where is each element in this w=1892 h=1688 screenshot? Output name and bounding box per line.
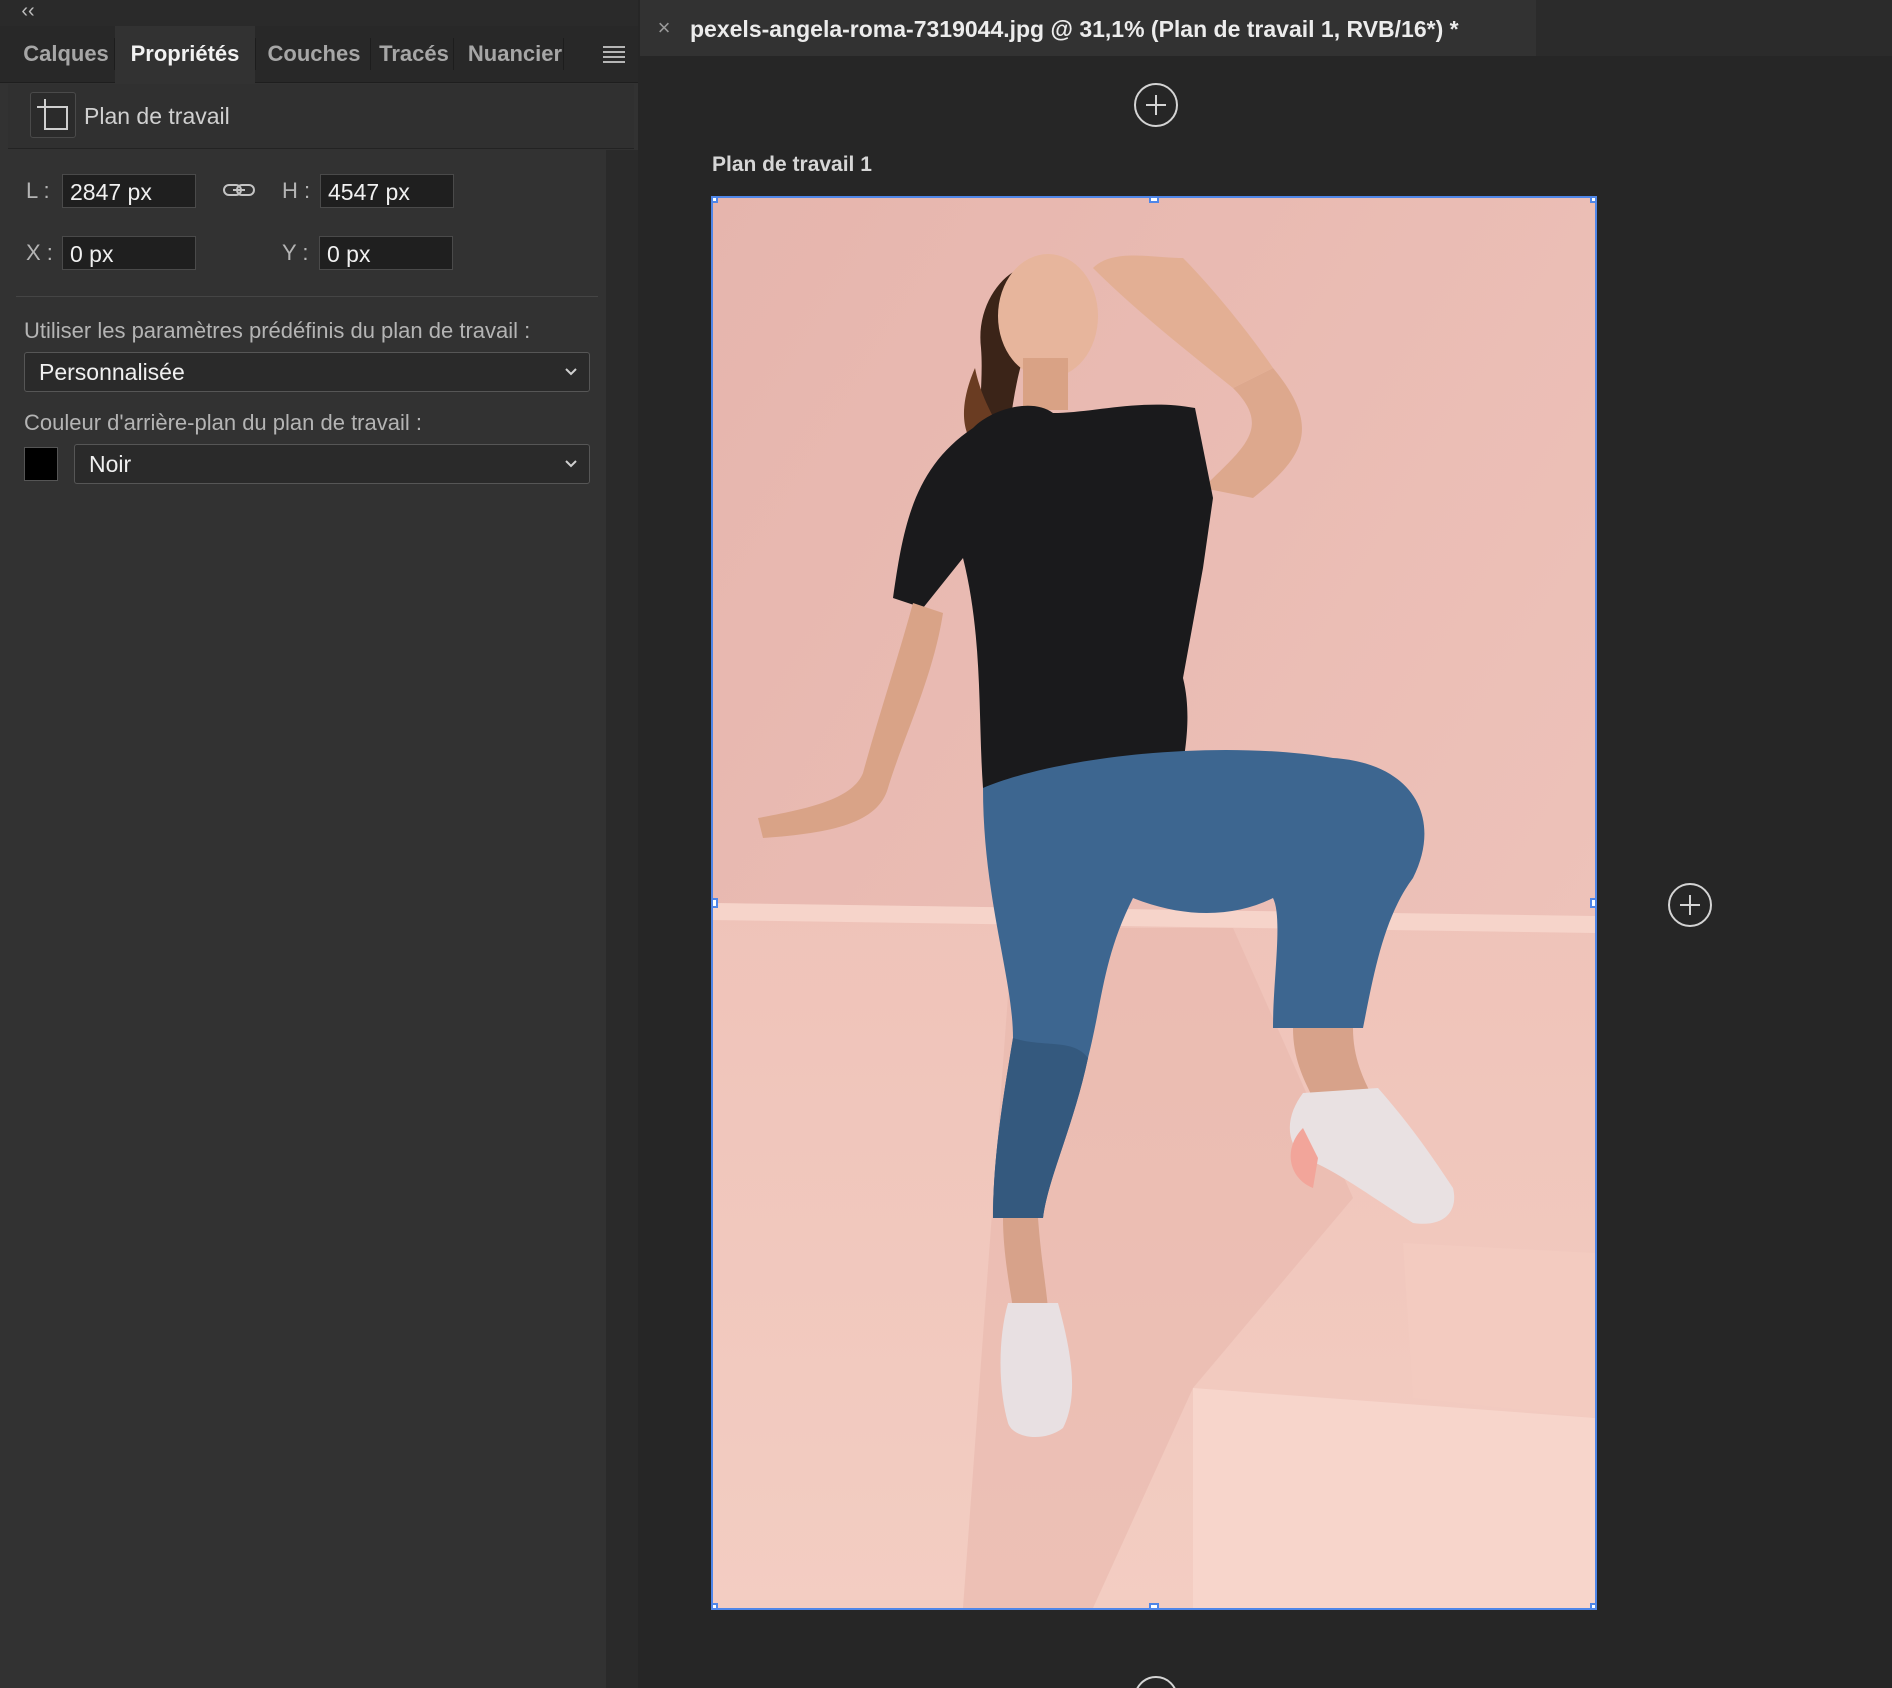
document-title: pexels-angela-roma-7319044.jpg @ 31,1% (… [690, 16, 1459, 42]
add-artboard-top-button[interactable] [1134, 83, 1178, 127]
resize-handle-left[interactable] [713, 898, 718, 908]
tab-traces[interactable]: Tracés [371, 26, 457, 82]
background-color-caption: Couleur d'arrière-plan du plan de travai… [24, 410, 422, 435]
tab-separator [563, 38, 564, 70]
height-field[interactable]: 4547 px [320, 174, 454, 208]
hamburger-menu-icon[interactable] [603, 46, 625, 63]
width-field[interactable]: 2847 px [62, 174, 196, 208]
artboard[interactable] [711, 196, 1597, 1610]
link-icon[interactable] [222, 178, 256, 202]
panel-tabbar: Calques Propriétés Couches Tracés Nuanci… [0, 26, 638, 83]
chevron-down-icon [565, 460, 577, 468]
x-label: X : [26, 240, 53, 265]
tab-separator [453, 38, 454, 70]
resize-handle-bottom[interactable] [1149, 1603, 1159, 1608]
section-title: Plan de travail [84, 103, 230, 129]
resize-handle-top-left[interactable] [713, 198, 718, 203]
y-label: Y : [282, 240, 309, 265]
resize-handle-top-right[interactable] [1590, 198, 1595, 203]
x-field[interactable]: 0 px [62, 236, 196, 270]
resize-handle-bottom-left[interactable] [713, 1603, 718, 1608]
add-artboard-right-button[interactable] [1668, 883, 1712, 927]
tab-separator [255, 38, 256, 70]
width-label: L : [26, 178, 50, 203]
preset-select-value: Personnalisée [39, 359, 185, 385]
preset-select[interactable]: Personnalisée [24, 352, 590, 392]
close-icon[interactable]: × [654, 14, 674, 42]
tab-nuancier[interactable]: Nuancier [457, 26, 573, 82]
artboard-label[interactable]: Plan de travail 1 [712, 153, 872, 177]
resize-handle-right[interactable] [1590, 898, 1595, 908]
panel-top-strip: ‹‹ [0, 0, 638, 26]
tab-couches[interactable]: Couches [258, 26, 370, 82]
artboard-section-header: Plan de travail [8, 84, 634, 149]
chevron-down-icon [565, 368, 577, 376]
resize-handle-bottom-right[interactable] [1590, 1603, 1595, 1608]
background-color-select-value: Noir [89, 451, 132, 477]
height-label: H : [282, 178, 311, 203]
panel-scrollbar[interactable] [606, 150, 638, 1688]
artboard-icon [30, 92, 76, 138]
divider [16, 296, 598, 297]
tab-proprietes[interactable]: Propriétés [115, 26, 255, 83]
background-color-swatch[interactable] [24, 447, 58, 481]
y-field[interactable]: 0 px [319, 236, 453, 270]
resize-handle-top[interactable] [1149, 198, 1159, 203]
document-tabbar: × pexels-angela-roma-7319044.jpg @ 31,1%… [640, 0, 1892, 56]
collapse-panels-icon[interactable]: ‹‹ [16, 0, 40, 24]
properties-panel: ‹‹ Calques Propriétés Couches Tracés Nua… [0, 0, 638, 1688]
add-artboard-bottom-button[interactable] [1134, 1676, 1178, 1688]
preset-caption: Utiliser les paramètres prédéfinis du pl… [24, 318, 531, 343]
background-color-select[interactable]: Noir [74, 444, 590, 484]
tab-calques[interactable]: Calques [18, 26, 114, 82]
photo [713, 198, 1595, 1608]
document-tab[interactable]: × pexels-angela-roma-7319044.jpg @ 31,1%… [640, 0, 1536, 56]
